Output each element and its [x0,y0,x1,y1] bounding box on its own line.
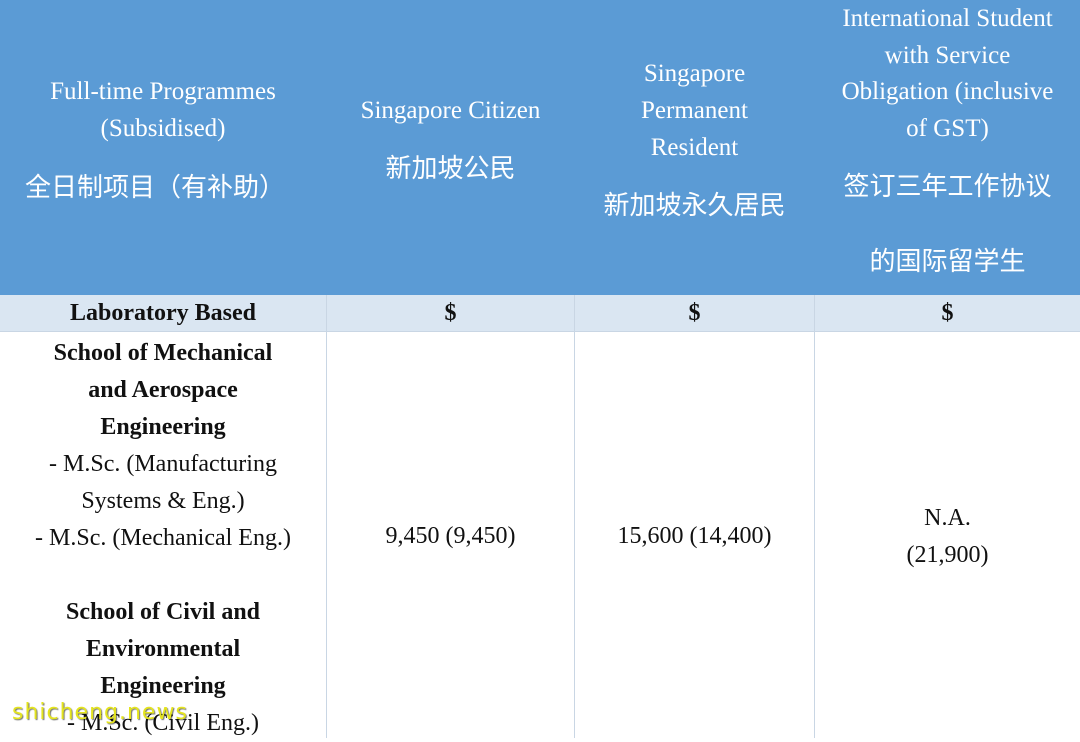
subheader-currency-citizen: $ [444,300,457,326]
header-col-programmes: Full-time Programmes (Subsidised) 全日制项目（… [0,0,326,295]
school-mae-line-1: School of Mechanical [53,340,273,366]
header-intl-zh-2: 的国际留学生 [869,247,1026,277]
header-pr-en-3: Resident [650,134,739,161]
header-intl-zh-1: 签订三年工作协议 [843,172,1052,202]
header-citizen-zh: 新加坡公民 [385,154,516,184]
header-intl-en-1: International Student [842,5,1053,32]
header-intl-en-2: with Service [884,42,1011,69]
fee-pr: 15,600 (14,400) [617,523,772,549]
header-pr-zh: 新加坡永久居民 [603,191,786,221]
programme-mechanical: - M.Sc. (Mechanical Eng.) [35,525,291,551]
fee-citizen: 9,450 (9,450) [385,523,516,549]
school-mae-line-2: and Aerospace [88,377,238,403]
programme-manufacturing-line-2: Systems & Eng.) [81,488,245,514]
school-cee-line-2: Environmental [85,636,241,662]
header-citizen-en: Singapore Citizen [360,97,541,124]
school-cee-line-1: School of Civil and [65,599,261,625]
fee-intl-line-2: (21,900) [906,542,989,568]
header-pr-en-2: Permanent [641,97,748,124]
row-divider [0,331,1080,332]
header-programmes-zh: 全日制项目（有补助） [24,173,285,203]
school-mae-line-3: Engineering [100,414,226,440]
programme-cell: School of Mechanical and Aerospace Engin… [0,335,326,742]
header-pr-en-1: Singapore [643,60,746,87]
subheader-row: Laboratory Based $ $ $ [0,295,1080,331]
header-col-international: International Student with Service Oblig… [815,0,1080,295]
column-divider [574,295,575,738]
table-header: Full-time Programmes (Subsidised) 全日制项目（… [0,0,1080,295]
header-col-citizen: Singapore Citizen 新加坡公民 [327,0,574,295]
programme-manufacturing-line-1: - M.Sc. (Manufacturing [49,451,277,477]
header-intl-en-4: of GST) [906,115,989,142]
column-divider [326,295,327,738]
header-programmes-en-1: Full-time Programmes [50,78,276,105]
header-col-pr: Singapore Permanent Resident 新加坡永久居民 [575,0,814,295]
watermark: shicheng.news [12,700,188,725]
header-intl-en-3: Obligation (inclusive [841,78,1054,105]
subheader-currency-pr: $ [688,300,701,326]
subheader-currency-intl: $ [941,300,954,326]
fee-intl-line-1: N.A. [924,505,971,531]
subheader-category: Laboratory Based [70,300,256,326]
header-programmes-en-2: (Subsidised) [100,115,226,142]
